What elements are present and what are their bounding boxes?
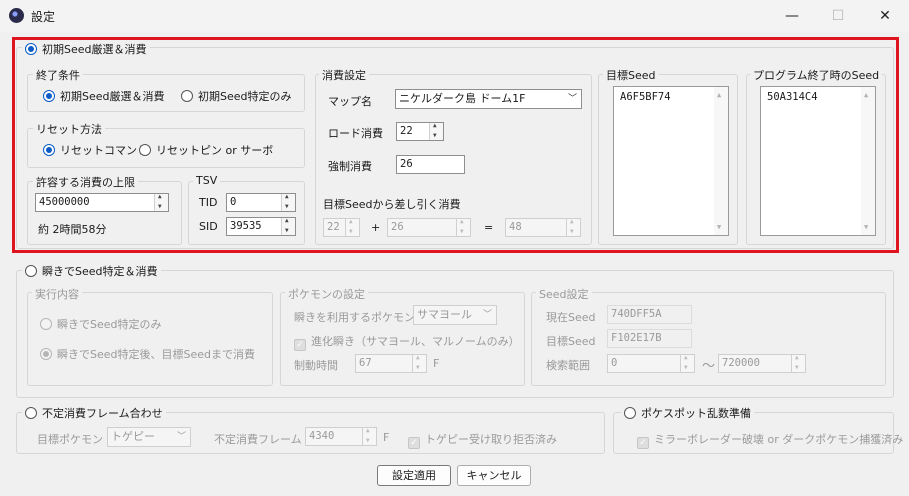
poke-use-select[interactable]: サマヨール ﹀ <box>413 305 497 325</box>
minimize-icon[interactable]: — <box>769 0 815 32</box>
radio-icon <box>181 90 193 102</box>
spin-icon[interactable] <box>456 217 470 236</box>
end-opt1[interactable]: 初期Seed厳選＆消費 <box>43 88 165 104</box>
range-from-input[interactable]: 0 <box>607 353 695 373</box>
range-label: 検索範囲 <box>546 359 590 372</box>
spin-icon[interactable] <box>412 353 426 372</box>
spin-icon[interactable] <box>680 353 694 372</box>
time-unit: F <box>433 357 440 370</box>
end-condition-title: 終了条件 <box>33 67 83 83</box>
range-tilde: ～ <box>702 359 716 374</box>
spin-icon[interactable] <box>429 121 443 140</box>
pokespot-radio[interactable]: ポケスポット乱数準備 <box>621 405 754 421</box>
poke-title: ポケモンの設定 <box>285 286 368 302</box>
frame-input[interactable]: 4340 <box>305 426 377 446</box>
reset-opt2[interactable]: リセットピン or サーボ <box>139 142 273 158</box>
togepi-check[interactable]: ✓ トゲピー受け取り拒否済み <box>408 431 557 449</box>
checkbox-icon: ✓ <box>637 437 649 449</box>
scrollbar[interactable] <box>714 87 728 235</box>
target-poke-label: 目標ポケモン <box>37 433 103 446</box>
evo-check[interactable]: ✓ 進化瞬き（サマヨール、マルノームのみ） <box>294 333 520 351</box>
window-title: 設定 <box>31 10 56 24</box>
scrollbar[interactable] <box>861 87 875 235</box>
radio-icon <box>43 90 55 102</box>
end-seed-textbox[interactable]: 50A314C4 <box>760 86 876 236</box>
tid-input[interactable]: 0 <box>226 192 296 212</box>
exec-opt2[interactable]: 瞬きでSeed特定後、目標Seedまで消費 <box>40 346 255 362</box>
spin-icon[interactable] <box>791 353 805 372</box>
frame-unit: F <box>383 431 390 444</box>
reset-opt1[interactable]: リセットコマンド <box>43 142 148 158</box>
tid-label: TID <box>199 196 218 209</box>
force-label: 強制消費 <box>328 160 372 173</box>
chevron-down-icon: ﹀ <box>176 432 186 442</box>
load-input[interactable]: 22 <box>396 121 444 141</box>
cancel-button[interactable]: キャンセル <box>457 465 531 486</box>
frame-label: 不定消費フレーム <box>214 433 302 446</box>
sub-b-input[interactable]: 26 <box>387 217 471 237</box>
app-icon <box>9 8 24 23</box>
spin-icon[interactable] <box>566 217 580 236</box>
target-seed-title: 目標Seed <box>603 67 659 83</box>
time-input[interactable]: 67 <box>355 353 427 373</box>
end-seed-title: プログラム終了時のSeed <box>750 67 883 83</box>
radio-icon <box>624 407 636 419</box>
apply-button[interactable]: 設定適用 <box>377 465 451 486</box>
sid-label: SID <box>199 220 218 233</box>
target-poke-select[interactable]: トゲピー ﹀ <box>107 427 191 447</box>
spin-icon[interactable] <box>281 216 295 235</box>
exec-group <box>27 292 273 386</box>
spin-icon[interactable] <box>362 426 376 445</box>
sub-label: 目標Seedから差し引く消費 <box>323 198 461 211</box>
map-select[interactable]: ニケルダーク島 ドーム1F ﹀ <box>395 89 582 109</box>
sid-input[interactable]: 39535 <box>226 216 296 236</box>
maximize-icon[interactable]: ☐ <box>815 0 861 32</box>
radio-icon <box>40 318 52 330</box>
sub-a-input[interactable]: 22 <box>323 217 360 237</box>
map-label: マップ名 <box>328 95 372 108</box>
blink-radio[interactable]: 瞬きでSeed特定＆消費 <box>22 263 161 279</box>
limit-approx: 約 2時間58分 <box>38 223 107 236</box>
cur-seed-label: 現在Seed <box>546 311 596 324</box>
tsv-title: TSV <box>193 174 221 187</box>
exec-opt1[interactable]: 瞬きでSeed特定のみ <box>40 316 162 332</box>
end-opt2[interactable]: 初期Seed特定のみ <box>181 88 292 104</box>
radio-icon <box>40 348 52 360</box>
target-seed-label: 目標Seed <box>546 335 596 348</box>
mirror-check[interactable]: ✓ ミラーボレーダー破壊 or ダークポケモン捕獲済み <box>637 431 903 449</box>
spin-icon[interactable] <box>154 192 168 211</box>
limit-input[interactable]: 45000000 <box>35 192 169 212</box>
spin-icon[interactable] <box>345 217 359 236</box>
radio-icon <box>139 144 151 156</box>
load-label: ロード消費 <box>328 127 383 140</box>
radio-icon <box>25 265 37 277</box>
cur-seed-value: 740DFF5A <box>607 305 692 324</box>
radio-icon <box>43 144 55 156</box>
plus-sign: + <box>371 221 381 234</box>
close-icon[interactable]: ✕ <box>862 0 908 32</box>
poke-use-label: 瞬きを利用するポケモン <box>294 311 415 324</box>
exec-title: 実行内容 <box>32 286 82 302</box>
spin-icon[interactable] <box>281 192 295 211</box>
sub-c-input[interactable]: 48 <box>505 217 581 237</box>
checkbox-icon: ✓ <box>408 437 420 449</box>
seed-title: Seed設定 <box>536 286 592 302</box>
time-label: 制動時間 <box>294 359 338 372</box>
equals-sign: = <box>484 221 494 234</box>
target-seed-value: F102E17B <box>607 329 692 348</box>
radio-icon <box>25 407 37 419</box>
chevron-down-icon: ﹀ <box>482 310 492 320</box>
consume-title: 消費設定 <box>319 67 369 83</box>
chevron-down-icon: ﹀ <box>567 94 577 104</box>
checkbox-icon: ✓ <box>294 339 306 351</box>
range-to-input[interactable]: 720000 <box>718 353 806 373</box>
reset-title: リセット方法 <box>33 121 105 137</box>
frame-radio[interactable]: 不定消費フレーム合わせ <box>22 405 166 421</box>
limit-title: 許容する消費の上限 <box>33 174 138 190</box>
force-input[interactable]: 26 <box>396 155 465 174</box>
target-seed-textbox[interactable]: A6F5BF74 <box>613 86 729 236</box>
